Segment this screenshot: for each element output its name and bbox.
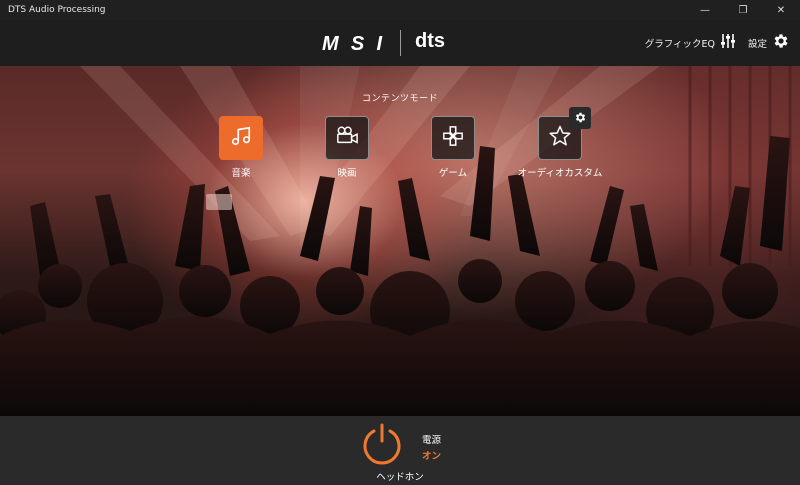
graphic-eq-button[interactable]: グラフィックEQ (645, 33, 736, 53)
power-footer: 電源 オン ヘッドホン (0, 416, 800, 485)
gamepad-icon (442, 125, 464, 151)
restore-button[interactable]: ❐ (724, 0, 762, 20)
sliders-icon (720, 33, 736, 53)
gear-icon (772, 32, 790, 54)
mode-game[interactable]: ゲーム (408, 116, 498, 179)
graphic-eq-label: グラフィックEQ (644, 39, 715, 50)
power-label: 電源 (422, 435, 442, 446)
output-device-label: ヘッドホン (376, 472, 424, 483)
mode-audio-custom[interactable]: オーディオカスタム (515, 107, 605, 179)
svg-text:dts: dts (415, 30, 445, 52)
svg-text:MSI: MSI (322, 34, 382, 52)
minimize-button[interactable]: — (686, 0, 724, 20)
power-button[interactable] (360, 421, 404, 465)
msi-logo: MSI (322, 34, 384, 52)
close-button[interactable]: ✕ (762, 0, 800, 20)
title-bar: DTS Audio Processing — ❐ ✕ (0, 0, 800, 20)
concert-background: コンテンツモード 音楽 映画 ゲーム オーディオカスタム (0, 66, 800, 416)
crowd-silhouette (0, 136, 800, 416)
brand-logos: MSI dts (322, 29, 461, 57)
mode-music-label: 音楽 (231, 168, 251, 179)
mode-game-tile[interactable] (431, 116, 475, 160)
custom-settings-button[interactable] (569, 107, 591, 129)
gear-icon (574, 109, 587, 128)
logo-divider (400, 30, 401, 56)
mode-movie-tile[interactable] (325, 116, 369, 160)
settings-label: 設定 (747, 39, 767, 50)
content-mode-title: コンテンツモード (361, 94, 438, 104)
mode-music[interactable]: 音楽 (196, 116, 286, 179)
mode-movie[interactable]: 映画 (302, 116, 392, 179)
window-controls: — ❐ ✕ (686, 0, 800, 20)
power-status: 電源 オン (422, 432, 441, 462)
dts-logo: dts (415, 30, 461, 56)
movie-camera-icon (335, 125, 359, 151)
star-icon (548, 124, 572, 152)
mode-music-tile[interactable] (219, 116, 263, 160)
mode-audio-custom-tile[interactable] (538, 107, 591, 160)
app-window: DTS Audio Processing — ❐ ✕ MSI dts グラフィッ (0, 0, 800, 485)
mode-audio-custom-label: オーディオカスタム (517, 168, 603, 179)
header-actions: グラフィックEQ 設定 (645, 20, 790, 66)
power-state: オン (422, 451, 442, 462)
mode-game-label: ゲーム (438, 168, 468, 179)
settings-button[interactable]: 設定 (748, 32, 790, 54)
power-icon (360, 423, 404, 469)
music-note-icon (230, 125, 252, 151)
mode-movie-label: 映画 (337, 168, 357, 179)
window-title: DTS Audio Processing (8, 5, 106, 15)
app-header: MSI dts グラフィックEQ 設定 (0, 20, 800, 66)
